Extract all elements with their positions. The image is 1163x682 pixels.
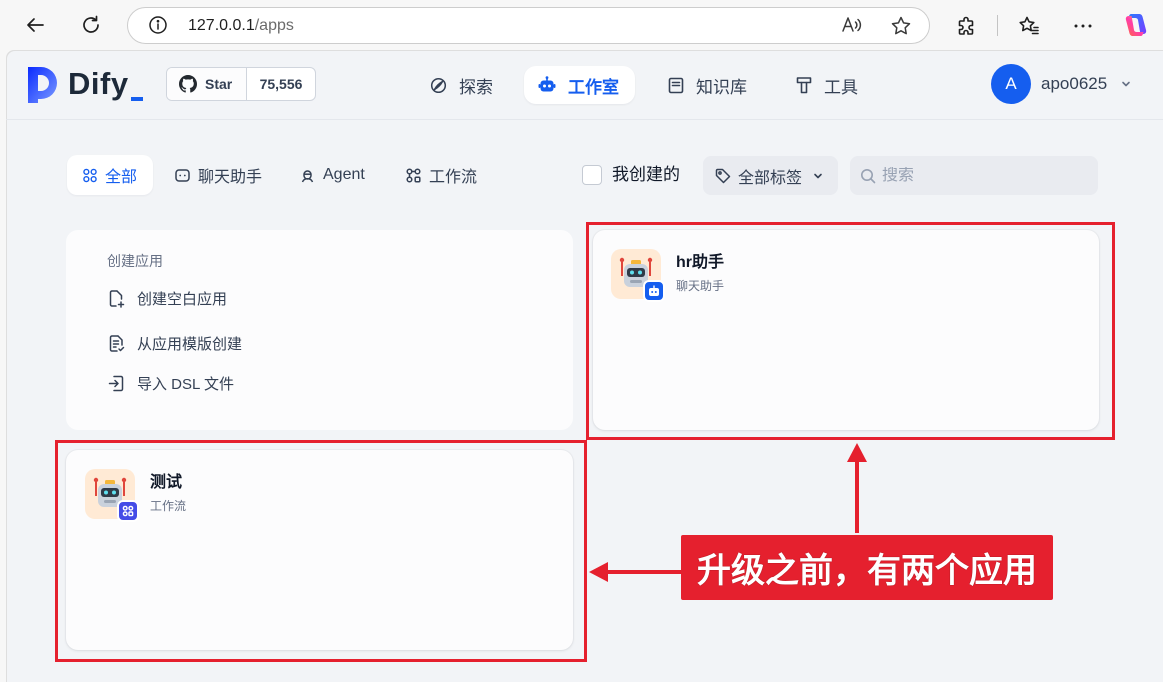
search-input[interactable] — [882, 166, 1082, 185]
avatar-letter: A — [1005, 74, 1017, 93]
nav-explore[interactable]: 探索 — [418, 66, 505, 104]
refresh-button[interactable] — [80, 14, 102, 36]
nav-studio[interactable]: 工作室 — [524, 66, 635, 104]
nav-knowledge-label: 知识库 — [696, 77, 747, 97]
tab-workflow-label: 工作流 — [429, 169, 478, 186]
tab-agent[interactable]: Agent — [284, 155, 381, 195]
favorite-star-button[interactable] — [890, 15, 912, 37]
copilot-icon — [1125, 14, 1147, 36]
tab-workflow[interactable]: 工作流 — [390, 155, 493, 195]
workflow-icon — [406, 167, 421, 183]
extensions-icon — [958, 16, 974, 35]
annotation-text: 升级之前，有两个应用 — [697, 552, 1037, 590]
chevron-down-icon — [814, 173, 822, 178]
book-icon — [668, 77, 684, 93]
create-app-title: 创建应用 — [107, 253, 163, 269]
user-menu-toggle[interactable] — [1120, 78, 1132, 90]
search-box[interactable] — [850, 156, 1098, 195]
dify-logo-text: Dify — [68, 66, 129, 101]
chat-bot-icon — [649, 285, 659, 296]
tab-all[interactable]: 全部 — [67, 155, 153, 195]
chat-icon — [175, 168, 190, 182]
back-button[interactable] — [24, 14, 46, 36]
read-aloud-button[interactable] — [841, 14, 863, 36]
refresh-icon — [83, 15, 99, 33]
browser-toolbar: 127.0.0.1/apps — [0, 0, 1163, 50]
site-info-icon — [149, 16, 167, 34]
search-icon — [861, 168, 876, 183]
app-header: Dify _ Star 75,556 探索 — [6, 50, 1163, 120]
copilot-button[interactable] — [1122, 11, 1150, 39]
create-app-card: 创建应用 创建空白应用 从应用模版创建 导入 DSL 文件 — [66, 230, 573, 430]
file-template-icon — [109, 334, 125, 352]
dify-logo-icon — [28, 67, 57, 103]
github-star-badge[interactable]: Star 75,556 — [166, 67, 316, 101]
app-card-test[interactable]: 测试 工作流 — [66, 450, 573, 650]
annotation-label: 升级之前，有两个应用 — [681, 535, 1053, 600]
address-bar[interactable]: 127.0.0.1/apps — [127, 7, 930, 44]
app-type-badge — [643, 280, 665, 302]
app-type: 工作流 — [150, 499, 187, 513]
nav-studio-label: 工作室 — [568, 77, 619, 97]
app-icon — [85, 469, 139, 522]
compass-icon — [430, 77, 447, 93]
chevron-down-icon — [1122, 81, 1130, 87]
dify-logo-underscore: _ — [131, 94, 143, 104]
tool-icon — [796, 77, 812, 94]
tab-agent-label: Agent — [323, 166, 365, 183]
tag-icon — [715, 168, 731, 183]
app-name: 测试 — [150, 474, 183, 491]
create-from-template-button[interactable]: 从应用模版创建 — [107, 331, 242, 355]
nav-tools-label: 工具 — [824, 77, 858, 97]
more-icon — [1074, 24, 1092, 28]
app-name: hr助手 — [676, 254, 725, 271]
nav-knowledge[interactable]: 知识库 — [656, 66, 759, 104]
tab-chat-assistant[interactable]: 聊天助手 — [159, 155, 278, 195]
github-icon — [179, 75, 197, 93]
tab-all-label: 全部 — [104, 169, 137, 186]
app-type: 聊天助手 — [676, 279, 725, 293]
github-star-button[interactable]: Star — [167, 68, 247, 100]
read-aloud-icon — [842, 17, 862, 32]
robot-icon — [538, 76, 556, 92]
created-by-me-checkbox[interactable] — [582, 165, 602, 185]
github-star-label: Star — [205, 76, 233, 92]
nav-explore-label: 探索 — [459, 77, 493, 97]
favorite-star-icon — [891, 16, 911, 35]
user-name[interactable]: apo0625 — [1041, 64, 1107, 104]
workflow-icon — [122, 505, 134, 517]
url-text[interactable]: 127.0.0.1/apps — [188, 8, 294, 43]
tag-filter-select[interactable]: 全部标签 — [703, 156, 838, 195]
grid-icon — [83, 168, 97, 182]
create-from-template-label: 从应用模版创建 — [137, 335, 243, 353]
agent-icon — [301, 169, 314, 182]
app-type-badge — [117, 500, 139, 522]
avatar[interactable]: A — [991, 64, 1031, 104]
tag-filter-value: 全部标签 — [738, 169, 803, 187]
import-dsl-label: 导入 DSL 文件 — [137, 375, 234, 393]
url-path: /apps — [254, 17, 294, 34]
toolbar-divider — [997, 15, 998, 36]
app-icon — [611, 249, 665, 302]
more-button[interactable] — [1072, 15, 1094, 37]
created-by-me-label[interactable]: 我创建的 — [612, 155, 680, 195]
site-info-button[interactable] — [148, 15, 168, 35]
back-arrow-icon — [27, 18, 44, 32]
file-plus-icon — [109, 289, 125, 308]
create-blank-app-button[interactable]: 创建空白应用 — [107, 286, 227, 310]
nav-tools[interactable]: 工具 — [784, 66, 870, 104]
create-blank-app-label: 创建空白应用 — [137, 290, 228, 308]
app-card-hr-assistant[interactable]: hr助手 聊天助手 — [593, 230, 1099, 430]
import-dsl-button[interactable]: 导入 DSL 文件 — [107, 371, 234, 395]
dify-logo[interactable] — [28, 67, 60, 103]
tab-chat-assistant-label: 聊天助手 — [198, 169, 263, 186]
extensions-button[interactable] — [956, 15, 978, 37]
github-star-count[interactable]: 75,556 — [247, 68, 315, 100]
url-host: 127.0.0.1 — [188, 17, 255, 34]
favorites-icon — [1019, 16, 1039, 35]
file-import-icon — [108, 375, 124, 391]
github-star-count-text: 75,556 — [259, 76, 303, 92]
favorites-button[interactable] — [1018, 15, 1040, 37]
